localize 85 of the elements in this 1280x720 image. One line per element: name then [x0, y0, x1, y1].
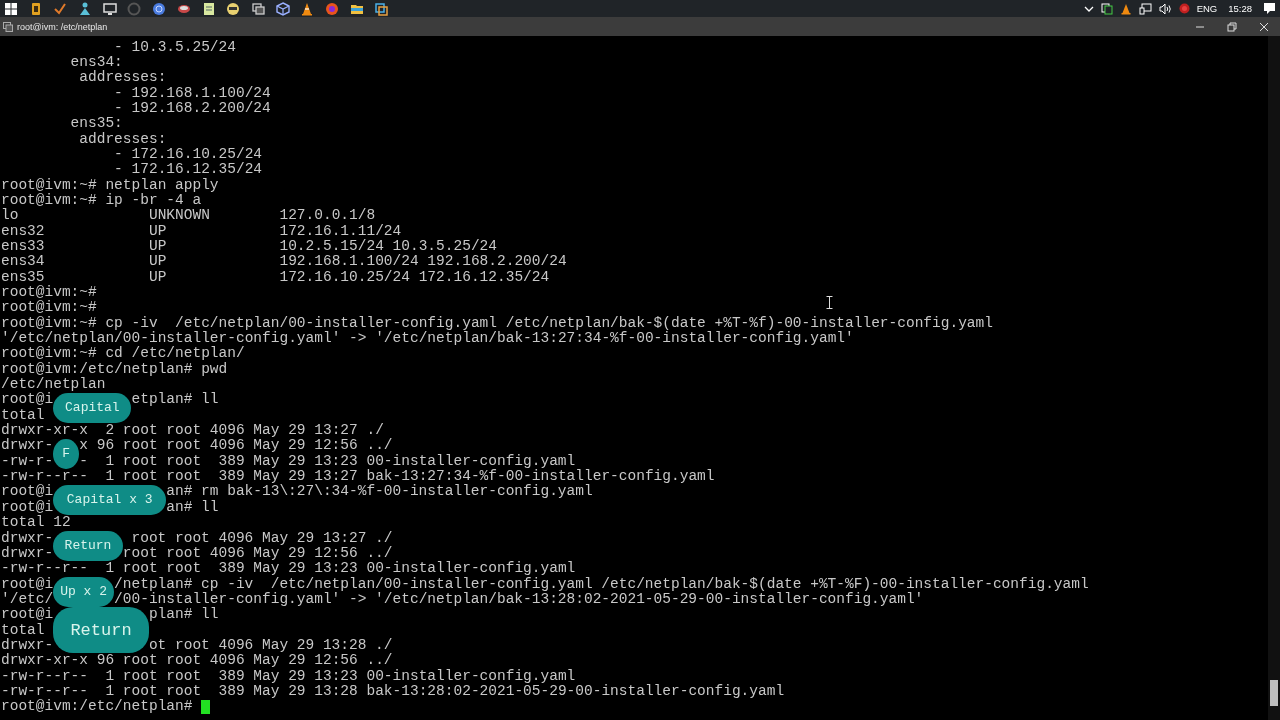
- keystroke-overlay: Capital: [53, 392, 132, 424]
- terminal-line: - 10.3.5.25/24: [113, 39, 236, 55]
- terminal-line: ens32 UP 172.16.1.11/24: [1, 223, 402, 239]
- scrollbar[interactable]: [1268, 36, 1280, 720]
- monitor-icon[interactable]: [101, 0, 118, 17]
- terminal-line: drwxr-: [1, 529, 54, 546]
- terminal-line: drwxr-xr-x 2 root root 4096 May 29 13:27 ./: [1, 423, 384, 439]
- terminal-line: - 192.168.2.200/24: [113, 100, 271, 117]
- terminal-line: root root 4096 May 29 13:27 ./: [130, 530, 393, 546]
- terminal-line: drwxr-: [1, 636, 54, 653]
- windows-icon[interactable]: [1100, 2, 1113, 15]
- terminal-line: - 172.16.10.25/24: [113, 146, 263, 162]
- language-indicator[interactable]: ENG: [1196, 3, 1218, 14]
- keystroke-overlay: Up x 2: [53, 576, 115, 608]
- terminal-line: etplan# ll: [131, 392, 219, 408]
- terminal-line: root@ivm:/etc/netplan#: [1, 699, 194, 715]
- terminal-line: root@ivm:~# ip -br -4 a: [1, 192, 202, 208]
- terminal-line: an# rm bak-13\:27\:34-%f-00-installer-config.yaml: [166, 484, 593, 500]
- terminal-line: /00-installer-config.yaml' -> '/etc/netplan/bak-13:28:02-2021-05-29-00-installer-config.yaml': [114, 591, 924, 607]
- terminal-line: root@ivm:~#: [1, 285, 97, 300]
- terminal-line: ens34 UP 192.168.1.100/24 192.168.2.200/24: [1, 254, 567, 270]
- keystroke-overlay: Return: [53, 530, 123, 562]
- globe-icon[interactable]: [151, 0, 168, 17]
- terminal-line: '/etc/netplan/00-installer-config.yaml' -> '/etc/netplan/bak-13:27:34-%f-00-installer-config.yaml': [1, 331, 854, 347]
- terminal-line: -rw-r--r-- 1 root root 389 May 29 13:23 00-installer-config.yaml: [1, 668, 576, 684]
- keystroke-overlay: F: [53, 438, 80, 470]
- window-title: root@ivm: /etc/netplan: [17, 21, 108, 32]
- terminal-line: ens35:: [69, 116, 123, 132]
- terminal-line: root@i: [1, 483, 54, 500]
- terminal-line: addresses:: [78, 131, 167, 147]
- terminal-line: root@i: [1, 575, 54, 592]
- terminal-line: -rw-r--r-- 1 root root 389 May 29 13:23 00-installer-config.yaml: [1, 561, 576, 577]
- terminal-line: total 12: [1, 515, 71, 531]
- text-cursor-icon: [826, 296, 833, 309]
- terminal-line: root@i: [1, 606, 54, 623]
- terminal-line: root@i: [1, 498, 54, 515]
- restore-icon: [1227, 21, 1237, 32]
- close-icon: [1259, 21, 1269, 32]
- terminal-line: x 96 root root 4096 May 29 12:56 ../: [79, 438, 393, 454]
- terminal-line: an# ll: [166, 499, 219, 516]
- terminal-line: root@ivm:~# cp -iv /etc/netplan/00-installer-config.yaml /etc/netplan/bak-$(date +%T-%f)-00-installer-config.yaml: [1, 315, 993, 331]
- scrollbar-thumb[interactable]: [1270, 680, 1278, 706]
- terminal-line: ens33 UP 10.2.5.15/24 10.3.5.25/24: [1, 238, 497, 254]
- network-icon[interactable]: [1138, 2, 1152, 15]
- terminal-line: root@ivm:/etc/netplan# pwd: [1, 361, 228, 377]
- terminal-line: -rw-r--r-- 1 root root 389 May 29 13:28 bak-13:28:02-2021-05-29-00-installer-config.yaml: [1, 683, 785, 699]
- terminal-line: -rw-r-: [1, 452, 54, 469]
- keystroke-overlay: Return: [53, 607, 149, 654]
- terminal-line: - 172.16.12.35/24: [113, 162, 263, 178]
- app-icon[interactable]: [225, 0, 242, 17]
- notification-icon[interactable]: [1263, 2, 1276, 15]
- terminal-line: addresses:: [78, 70, 167, 86]
- text-cursor: [201, 700, 211, 715]
- terminal-line: total: [1, 622, 45, 638]
- windows-logo-icon[interactable]: [3, 0, 19, 17]
- cube-icon[interactable]: [274, 0, 291, 17]
- terminal-line: root@ivm:~# cd /etc/netplan/: [1, 346, 245, 362]
- terminal-line: - 1 root root 389 May 29 13:23 00-installer-config.yaml: [79, 453, 576, 469]
- browser-icon[interactable]: [323, 0, 340, 17]
- terminal-line: ot root 4096 May 29 13:28 ./: [148, 637, 393, 653]
- terminal-line: root root 4096 May 29 12:56 ../: [122, 545, 393, 561]
- terminal-line: drwxr-xr-x 96 root root 4096 May 29 12:56 ../: [1, 653, 393, 669]
- terminal-line: - 192.168.1.100/24: [113, 85, 271, 101]
- windows-icon[interactable]: [249, 0, 266, 17]
- terminal-line: /etc/netplan: [1, 377, 106, 393]
- terminal-line: root@i: [1, 391, 54, 408]
- terminal-line: ens34:: [69, 54, 123, 70]
- terminal-line: drwxr-: [1, 544, 54, 561]
- terminal-line: lo UNKNOWN 127.0.0.1/8: [1, 208, 376, 224]
- terminal-line: root@ivm:~# netplan apply: [1, 177, 219, 193]
- terminal-line: total: [1, 407, 45, 423]
- terminal-line: ens35 UP 172.16.10.25/24 172.16.12.35/24: [1, 269, 550, 285]
- traffic-cone-icon[interactable]: [1119, 2, 1132, 15]
- terminal-line: /netplan# cp -iv /etc/netplan/00-installer-config.yaml /etc/netplan/bak-$(date +%T-%F)-00-installer-config.yaml: [114, 576, 1089, 592]
- terminal-icon: [3, 21, 13, 32]
- keystroke-overlay: Capital x 3: [53, 484, 167, 516]
- terminal-line: plan# ll: [148, 607, 219, 623]
- terminal-line: root@ivm:~#: [1, 300, 97, 316]
- speaker-icon[interactable]: [1158, 2, 1172, 15]
- terminal-line: -rw-r--r-- 1 root root 389 May 29 13:27 bak-13:27:34-%f-00-installer-config.yaml: [1, 469, 715, 485]
- terminal-line: '/etc/: [1, 590, 54, 607]
- clock[interactable]: 15:28: [1228, 3, 1252, 14]
- terminal-line: drwxr-: [1, 437, 54, 454]
- record-icon[interactable]: [1178, 3, 1190, 14]
- windows-icon[interactable]: [373, 0, 390, 17]
